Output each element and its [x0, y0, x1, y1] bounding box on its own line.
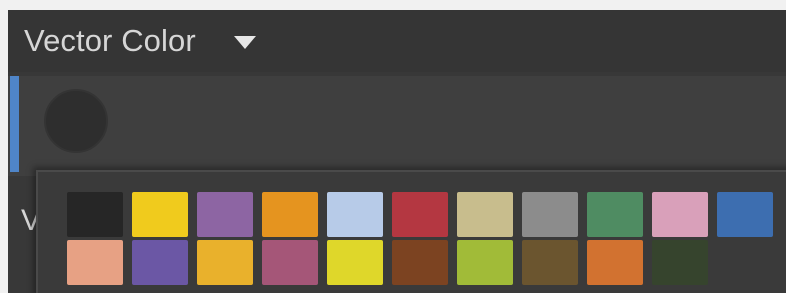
color-swatch[interactable] [587, 192, 643, 237]
panel-title: Vector Color [24, 23, 196, 58]
color-swatch[interactable] [327, 240, 383, 285]
color-swatch[interactable] [67, 192, 123, 237]
color-swatch[interactable] [522, 240, 578, 285]
panel-header[interactable]: Vector Color [8, 10, 786, 72]
color-swatch[interactable] [197, 240, 253, 285]
color-swatch[interactable] [132, 192, 188, 237]
swatch-grid [67, 192, 773, 285]
color-palette-popover [36, 170, 786, 293]
color-swatch[interactable] [197, 192, 253, 237]
color-swatch[interactable] [457, 240, 513, 285]
selection-indicator [10, 76, 19, 172]
current-color-swatch[interactable] [44, 89, 108, 153]
vector-color-panel: Vector Color V [8, 10, 786, 293]
color-swatch[interactable] [327, 192, 383, 237]
color-swatch[interactable] [392, 240, 448, 285]
color-swatch[interactable] [587, 240, 643, 285]
color-swatch[interactable] [652, 240, 708, 285]
color-swatch[interactable] [522, 192, 578, 237]
color-row[interactable] [8, 76, 786, 176]
color-swatch[interactable] [717, 192, 773, 237]
color-swatch[interactable] [67, 240, 123, 285]
caret-down-icon[interactable] [233, 36, 256, 49]
color-swatch[interactable] [262, 240, 318, 285]
color-swatch[interactable] [262, 192, 318, 237]
color-swatch[interactable] [132, 240, 188, 285]
color-swatch[interactable] [457, 192, 513, 237]
color-swatch[interactable] [392, 192, 448, 237]
color-swatch[interactable] [652, 192, 708, 237]
